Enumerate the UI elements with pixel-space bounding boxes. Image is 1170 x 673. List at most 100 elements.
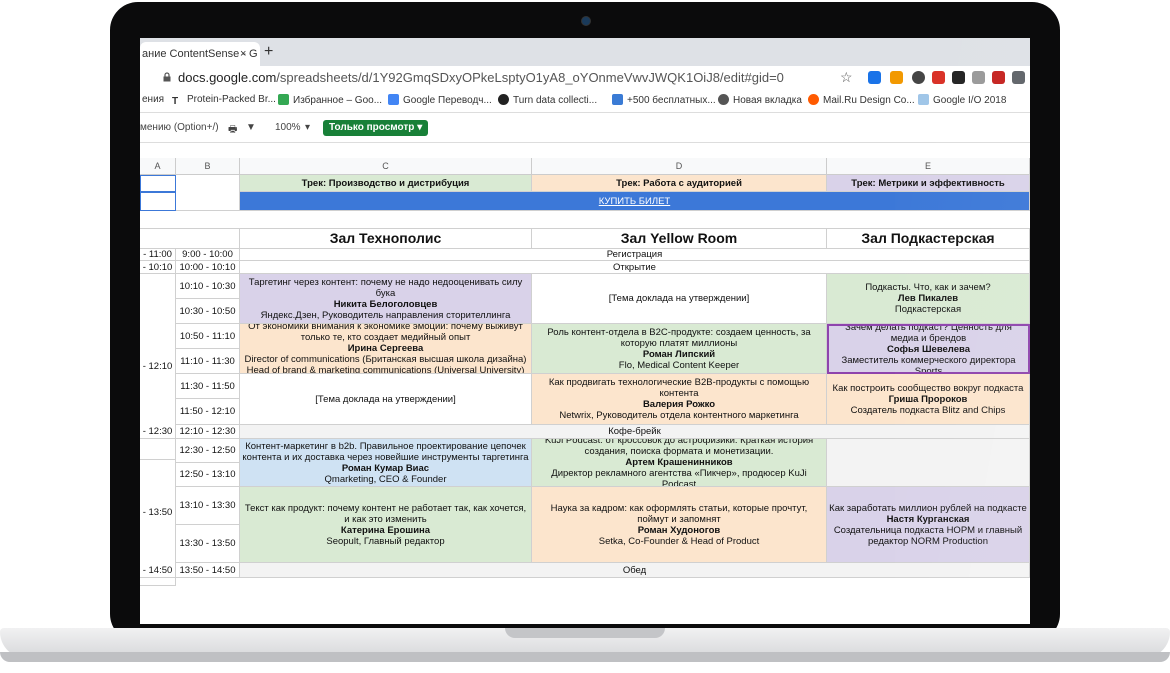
talk-cell[interactable]: [Тема доклада на утверждении] [532,274,827,324]
track-cell[interactable]: Трек: Метрики и эффективность [827,175,1030,192]
browser-tab[interactable]: ание ContentSense - G × [140,42,260,66]
talk-cell[interactable]: Как заработать миллион рублей на подкаст… [827,487,1030,563]
io-icon [918,94,929,105]
extension-icon[interactable] [992,71,1005,84]
bookmark-item[interactable]: Google Переводч... [388,94,492,106]
bookmark-item[interactable]: Turn data collecti... [498,94,597,106]
talk-cell[interactable]: Подкасты. Что, как и зачем? Лев Пикалев По… [827,274,1030,324]
track-cell[interactable]: Трек: Производство и дистрибуция [240,175,532,192]
browser-screen: ание ContentSense - G × + docs.google.co… [140,38,1030,624]
print-icon[interactable]: 🖶 [228,122,237,139]
merged-row-opening[interactable]: Открытие [240,261,1030,274]
laptop-notch [505,628,665,638]
column-header-d[interactable]: D [532,158,827,175]
empty-row [140,211,1030,229]
cell[interactable] [176,175,240,211]
bookmark-star-icon[interactable]: ☆ [840,69,853,86]
merged-row-lunch[interactable]: Обед [240,563,1030,578]
merged-row-coffee[interactable]: Кофе-брейк [240,425,1030,439]
empty-talk-cell[interactable] [827,439,1030,487]
address-bar[interactable]: docs.google.com/spreadsheets/d/1Y92GmqSD… [140,66,1030,90]
extension-icon[interactable] [932,71,945,84]
globe-icon [498,94,509,105]
new-tab-button[interactable]: + [264,42,273,62]
bookmark-item[interactable]: ения [142,94,164,105]
time-cell[interactable]: 13:10 - 13:30 [176,487,240,525]
t-icon: T [172,96,183,107]
time-cell[interactable]: - 12:30 [140,425,176,439]
url-host: docs.google.com [178,70,277,85]
talk-cell[interactable]: Контент-маркетинг в b2b. Правильное прое… [240,439,532,487]
talk-cell[interactable]: От экономики внимания к экономике эмоций… [240,324,532,374]
bookmark-item[interactable]: Избранное – Goo... [278,94,382,106]
hall-title: Зал Yellow Room [532,229,827,249]
time-cell[interactable]: 12:50 - 13:10 [176,463,240,487]
bookmark-item[interactable]: Новая вкладка [718,94,802,106]
track-cell[interactable]: Трек: Работа с аудиторией [532,175,827,192]
time-cell[interactable]: 11:30 - 11:50 [176,374,240,399]
talk-cell[interactable]: Наука за кадром: как оформлять статьи, к… [532,487,827,563]
time-cell[interactable]: 9:00 - 10:00 [176,249,240,261]
cell[interactable] [140,192,176,211]
column-header-e[interactable]: E [827,158,1030,175]
maps-icon [278,94,289,105]
url-text[interactable]: docs.google.com/spreadsheets/d/1Y92GmqSD… [178,70,784,85]
chevron-down-icon[interactable]: ▾ [305,122,310,133]
url-path: /spreadsheets/d/1Y92GmqSDxyOPkeLsptyO1yA… [276,70,784,85]
tab-strip: ание ContentSense - G × + [140,38,1030,66]
filter-icon[interactable]: ▼ [246,122,256,133]
zoom-select[interactable]: 100% [275,122,301,133]
time-cell[interactable]: 10:10 - 10:30 [176,274,240,299]
time-cell[interactable]: 11:10 - 11:30 [176,349,240,374]
time-cell[interactable]: 10:00 - 10:10 [176,261,240,274]
column-header-c[interactable]: C [240,158,532,175]
close-icon[interactable]: × [240,42,246,66]
time-cell[interactable]: 12:10 - 12:30 [176,425,240,439]
talk-cell[interactable]: Текст как продукт: почему контент не раб… [240,487,532,563]
extension-icon[interactable] [952,71,965,84]
cell[interactable] [140,229,240,249]
talk-cell[interactable]: Как построить сообщество вокруг подкаста… [827,374,1030,425]
mailru-icon [808,94,819,105]
time-cell[interactable]: 11:50 - 12:10 [176,399,240,425]
extension-icon[interactable] [890,71,903,84]
column-header-b[interactable]: B [176,158,240,175]
time-cell[interactable]: 12:30 - 12:50 [176,439,240,463]
buy-ticket-link[interactable]: КУПИТЬ БИЛЕТ [240,192,1030,211]
hall-title: Зал Подкастерская [827,229,1030,249]
time-cell[interactable]: 13:30 - 13:50 [176,525,240,563]
talk-cell[interactable]: Роль контент-отдела в B2C-продукте: созд… [532,324,827,374]
menu-search-hint[interactable]: мению (Option+/) [140,122,219,133]
translate-icon [388,94,399,105]
bookmark-item[interactable]: +500 бесплатных... [612,94,716,106]
column-header-a[interactable]: A [140,158,176,175]
bookmark-item[interactable]: T Protein-Packed Br... [172,94,276,107]
time-cell[interactable]: - 14:50 [140,563,176,578]
talk-cell[interactable]: KuJi Podcast: от кроссовок до астрофизик… [532,439,827,487]
image-icon [612,94,623,105]
talk-cell[interactable]: [Тема доклада на утверждении] [240,374,532,425]
time-cell[interactable]: 10:50 - 11:10 [176,324,240,349]
extension-icon[interactable] [868,71,881,84]
hall-title: Зал Технополис [240,229,532,249]
time-cell[interactable]: 13:50 - 14:50 [176,563,240,578]
extension-icon[interactable] [1012,71,1025,84]
laptop-foot [0,652,1170,662]
camera-icon [581,16,591,26]
time-cell[interactable]: - 11:00 [140,249,176,261]
talk-cell[interactable]: Таргетинг через контент: почему не надо … [240,274,532,324]
bookmarks-bar: ения T Protein-Packed Br... Избранное – G… [140,90,1030,113]
sheets-toolbar: мению (Option+/) 🖶 ▼ 100% ▾ Только просм… [140,114,1030,143]
time-cell[interactable]: - 10:10 [140,261,176,274]
bookmark-item[interactable]: Google I/O 2018 [918,94,1006,106]
talk-cell-selected[interactable]: Зачем делать подкаст? Ценность для медиа… [827,324,1030,374]
extension-icon[interactable] [972,71,985,84]
cell[interactable] [140,175,176,192]
merged-row-registration[interactable]: Регистрация [240,249,1030,261]
talk-cell[interactable]: Как продвигать технологические B2B-проду… [532,374,827,425]
view-only-button[interactable]: Только просмотр ▾ [323,120,429,136]
globe-icon [718,94,729,105]
time-cell[interactable]: 10:30 - 10:50 [176,299,240,324]
bookmark-item[interactable]: Mail.Ru Design Co... [808,94,915,106]
extension-icon[interactable] [912,71,925,84]
